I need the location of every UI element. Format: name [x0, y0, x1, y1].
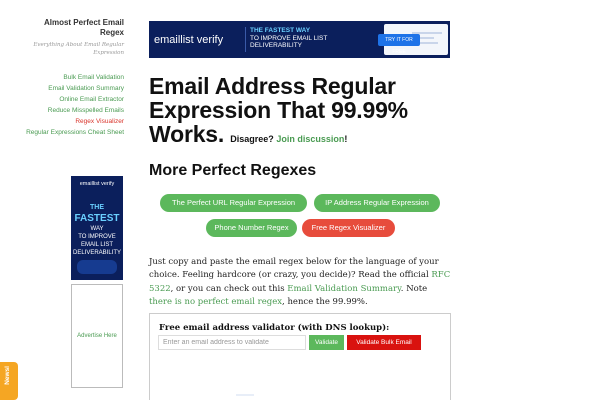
site-tagline: Everything About Email Regular Expressio… — [33, 42, 124, 56]
sidebar-item-bulk-email-validation[interactable]: Bulk Email Validation — [14, 74, 124, 82]
advertise-link[interactable]: Advertise Here — [77, 333, 117, 339]
banner-tagline: THE FASTEST WAY TO IMPROVE EMAIL LIST DE… — [250, 27, 328, 50]
phone-number-regex-button[interactable]: Phone Number Regex — [206, 219, 297, 237]
sidebar-ad-line: THE — [90, 204, 104, 211]
banner-cta-button[interactable]: TRY IT FOR FREE — [378, 34, 420, 55]
paragraph-text: Just copy and paste the email regex belo… — [149, 257, 439, 281]
banner-tagline-rest: TO IMPROVE EMAIL LIST DELIVERABILITY — [250, 34, 328, 50]
paragraph-text: . Note — [400, 283, 428, 294]
validate-button[interactable]: Validate — [309, 335, 344, 350]
sidebar-ad-line: WAY — [90, 226, 104, 232]
email-validation-summary-link[interactable]: Email Validation Summary — [287, 284, 401, 294]
intro-paragraph: Just copy and paste the email regex belo… — [149, 256, 452, 309]
section-title: More Perfect Regexes — [149, 162, 317, 179]
sidebar-ad-line: EMAIL LIST — [80, 242, 114, 248]
sidebar-item-regex-cheat-sheet[interactable]: Regular Expressions Cheat Sheet — [14, 129, 124, 137]
validator-result-area — [236, 394, 254, 396]
banner-divider — [245, 27, 246, 52]
disagree-suffix: ! — [344, 134, 348, 144]
paragraph-text: , hence the 99.99%. — [282, 296, 368, 307]
sidebar-ad-line: FASTEST — [74, 213, 120, 224]
banner-brand: emaillist verify — [154, 34, 224, 46]
sidebar-ad-banner[interactable]: emaillist verify THE FASTEST WAY TO IMPR… — [71, 176, 123, 280]
disagree-prefix: Disagree? — [230, 134, 274, 144]
newsletter-tab[interactable]: Newsl — [0, 362, 18, 400]
top-ad-banner[interactable]: emaillist verify THE FASTEST WAY TO IMPR… — [149, 21, 450, 58]
sidebar-item-online-email-extractor[interactable]: Online Email Extractor — [14, 96, 124, 104]
sidebar-item-regex-visualizer[interactable]: Regex Visualizer — [14, 118, 124, 126]
newsletter-tab-label: Newsl — [4, 366, 11, 385]
paragraph-text: , or you can check out this — [170, 283, 288, 294]
email-validator-box: Free email address validator (with DNS l… — [149, 313, 451, 400]
page-title: Email Address Regular Expression That 99… — [149, 74, 451, 151]
site-title[interactable]: Almost Perfect Email Regex — [24, 18, 124, 38]
ip-address-regex-button[interactable]: IP Address Regular Expression — [314, 194, 440, 212]
sidebar-ad-line: DELIVERABILITY — [72, 250, 122, 256]
main-content: Email Address Regular Expression That 99… — [149, 74, 451, 151]
sidebar-ad-line: TO IMPROVE — [78, 234, 116, 240]
advertise-box[interactable]: Advertise Here — [71, 284, 123, 388]
no-perfect-regex-link[interactable]: there is no perfect email regex — [149, 297, 282, 307]
sidebar-item-email-validation-summary[interactable]: Email Validation Summary — [14, 85, 124, 93]
sidebar-ad-graphic — [77, 260, 117, 274]
disagree-line: Disagree? Join discussion! — [230, 134, 347, 144]
email-input[interactable] — [158, 335, 306, 350]
join-discussion-link[interactable]: Join discussion — [276, 134, 344, 144]
validate-bulk-email-button[interactable]: Validate Bulk Email — [347, 335, 421, 350]
url-regex-button[interactable]: The Perfect URL Regular Expression — [160, 194, 307, 212]
sidebar-nav: Bulk Email Validation Email Validation S… — [14, 74, 124, 140]
sidebar-item-reduce-misspelled-emails[interactable]: Reduce Misspelled Emails — [14, 107, 124, 115]
banner-tagline-highlight: THE FASTEST WAY — [250, 27, 311, 34]
sidebar-ad-brand: emaillist verify — [79, 181, 115, 187]
sidebar: Almost Perfect Email Regex Everything Ab… — [0, 0, 128, 400]
validator-title: Free email address validator (with DNS l… — [159, 323, 390, 333]
banner-cta: TRY IT FOR FREE — [378, 34, 436, 55]
regex-visualizer-button[interactable]: Free Regex Visualizer — [302, 219, 395, 237]
